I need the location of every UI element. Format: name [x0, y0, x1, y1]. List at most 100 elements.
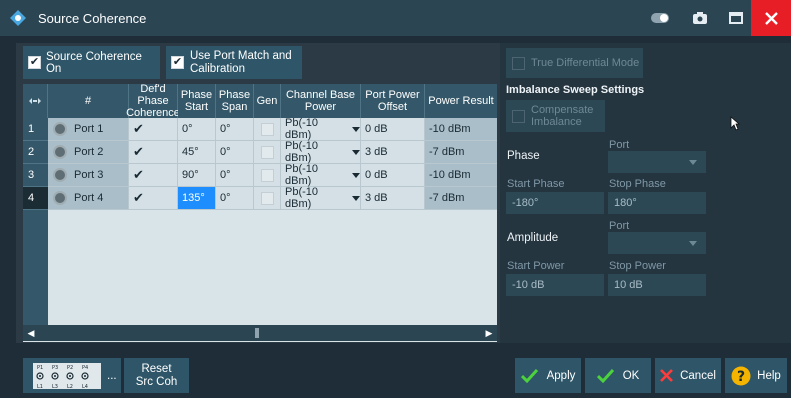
check-icon: ✔ [133, 144, 144, 159]
offset-cell[interactable]: 3 dB [361, 141, 425, 164]
help-button[interactable]: ? Help [725, 358, 787, 393]
col-header-offset-line1: Port Power [365, 89, 420, 101]
row-header-1[interactable]: 1 [23, 118, 48, 141]
defd-coherence-cell[interactable]: ✔ [129, 118, 178, 141]
true-differential-mode-label: True Differential Mode [531, 57, 640, 69]
result-cell: -7 dBm [425, 141, 497, 164]
close-button[interactable] [751, 0, 791, 36]
gen-checkbox[interactable] [261, 122, 274, 136]
row-header-2[interactable]: 2 [23, 141, 48, 164]
source-coherence-on-checkbox[interactable]: ✔ Source Coherence On [23, 46, 160, 79]
phase-start-cell[interactable]: 90° [178, 164, 216, 187]
phase-span-cell[interactable]: 0° [216, 164, 254, 187]
dropdown-arrow-icon [352, 172, 360, 178]
scroll-thumb[interactable] [255, 328, 259, 338]
start-power-input[interactable]: -10 dB [506, 274, 604, 296]
base-power-value: Pb(-10 dBm) [285, 186, 319, 210]
reset-src-coh-line1: Reset [141, 362, 172, 375]
base-power-cell[interactable]: Pb(-10 dBm) [281, 117, 361, 141]
offset-cell[interactable]: 0 dB [361, 118, 425, 141]
expand-columns-icon [29, 98, 41, 104]
phase-port-label: Port [609, 139, 630, 151]
base-power-cell[interactable]: Pb(-10 dBm) [281, 186, 361, 210]
compensate-imbalance-label: Compensate Imbalance [531, 104, 593, 128]
svg-text:?: ? [737, 369, 745, 385]
compensate-imbalance-line1: Compensate [531, 104, 594, 116]
close-icon [764, 11, 778, 25]
select-all-header[interactable] [23, 84, 48, 118]
phase-span-cell[interactable]: 0° [216, 187, 254, 210]
phase-start-cell[interactable]: 45° [178, 141, 216, 164]
amplitude-port-label: Port [609, 220, 630, 232]
phase-port-dropdown[interactable] [608, 151, 706, 173]
port-icon [53, 168, 67, 182]
maximize-button[interactable] [716, 0, 756, 36]
reset-src-coh-line2: Src Coh [135, 375, 178, 388]
port-topology-icon: P1 P3 P2 P4 L1 L3 L2 L4 [33, 362, 101, 390]
ok-label: OK [622, 369, 640, 382]
phase-span-cell[interactable]: 0° [216, 118, 254, 141]
row-header-gutter [23, 210, 48, 325]
offset-cell[interactable]: 3 dB [361, 187, 425, 210]
port-topology-ellipsis: ... [107, 370, 117, 382]
gen-cell[interactable] [254, 164, 281, 187]
offset-cell[interactable]: 0 dB [361, 164, 425, 187]
gen-cell[interactable] [254, 141, 281, 164]
base-power-cell[interactable]: Pb(-10 dBm) [281, 163, 361, 187]
use-port-match-checkbox[interactable]: ✔ Use Port Match and Calibration [166, 46, 302, 79]
compensate-imbalance-checkbox[interactable]: Compensate Imbalance [506, 100, 605, 132]
gen-checkbox[interactable] [261, 145, 274, 159]
stop-power-label: Stop Power [609, 260, 666, 272]
checkbox-empty-icon [512, 109, 525, 123]
gen-checkbox[interactable] [261, 191, 274, 205]
reset-src-coh-button[interactable]: Reset Src Coh [124, 358, 189, 393]
stop-power-input[interactable]: 10 dB [608, 274, 706, 296]
port-name-cell: Port 1 [48, 118, 129, 141]
row-header-3[interactable]: 3 [23, 164, 48, 187]
phase-start-cell[interactable]: 0° [178, 118, 216, 141]
col-header-phase-span-line1: Phase [218, 89, 251, 101]
port-topo-top-3: P2 [67, 365, 73, 371]
checkbox-check-icon: ✔ [28, 56, 41, 69]
port-name-cell: Port 2 [48, 141, 129, 164]
base-power-value: Pb(-10 dBm) [285, 117, 319, 141]
cancel-button[interactable]: Cancel [655, 358, 721, 393]
base-power-cell[interactable]: Pb(-10 dBm) [281, 140, 361, 164]
title-bar: Source Coherence [0, 0, 791, 36]
phase-span-cell[interactable]: 0° [216, 141, 254, 164]
checkbox-empty-icon [512, 56, 525, 70]
dropdown-arrow-icon [352, 149, 360, 155]
port-topology-button[interactable]: P1 P3 P2 P4 L1 L3 L2 L4 ... [23, 358, 121, 393]
ports-table: # Def'd Phase Coherence Phase Start Phase S… [23, 83, 497, 342]
port-name: Port 1 [74, 123, 104, 135]
theme-toggle-button[interactable] [640, 0, 680, 36]
cancel-label: Cancel [680, 369, 716, 382]
scroll-right-icon[interactable]: ▶ [481, 325, 497, 341]
defd-coherence-cell[interactable]: ✔ [129, 141, 178, 164]
stop-phase-input[interactable]: 180° [608, 192, 706, 214]
col-header-phase-start-line2: Start [184, 101, 209, 113]
defd-coherence-cell[interactable]: ✔ [129, 187, 178, 210]
gen-cell[interactable] [254, 187, 281, 210]
ok-button[interactable]: OK [585, 358, 651, 393]
defd-coherence-cell[interactable]: ✔ [129, 164, 178, 187]
gen-cell[interactable] [254, 118, 281, 141]
port-name-cell: Port 4 [48, 187, 129, 210]
scroll-left-icon[interactable]: ◀ [23, 325, 39, 341]
table-horizontal-scrollbar[interactable]: ◀ ▶ [23, 325, 497, 341]
apply-button[interactable]: Apply [515, 358, 581, 393]
use-port-match-label-line2: Calibration [190, 62, 245, 75]
col-header-phase-span-line2: Span [221, 101, 248, 113]
true-differential-mode-checkbox[interactable]: True Differential Mode [506, 48, 643, 78]
help-icon: ? [731, 366, 751, 385]
row-header-4[interactable]: 4 [23, 187, 48, 210]
phase-start-cell-editing[interactable]: 135° [178, 187, 216, 210]
gen-checkbox[interactable] [261, 168, 274, 182]
col-header-base-power-line2: Power [304, 101, 337, 113]
port-topo-top-4: P4 [82, 365, 88, 371]
window-title: Source Coherence [38, 11, 147, 26]
start-phase-input[interactable]: -180° [506, 192, 604, 214]
imbalance-sweep-title: Imbalance Sweep Settings [506, 84, 645, 96]
amplitude-port-dropdown[interactable] [608, 232, 706, 254]
screenshot-button[interactable] [680, 0, 720, 36]
